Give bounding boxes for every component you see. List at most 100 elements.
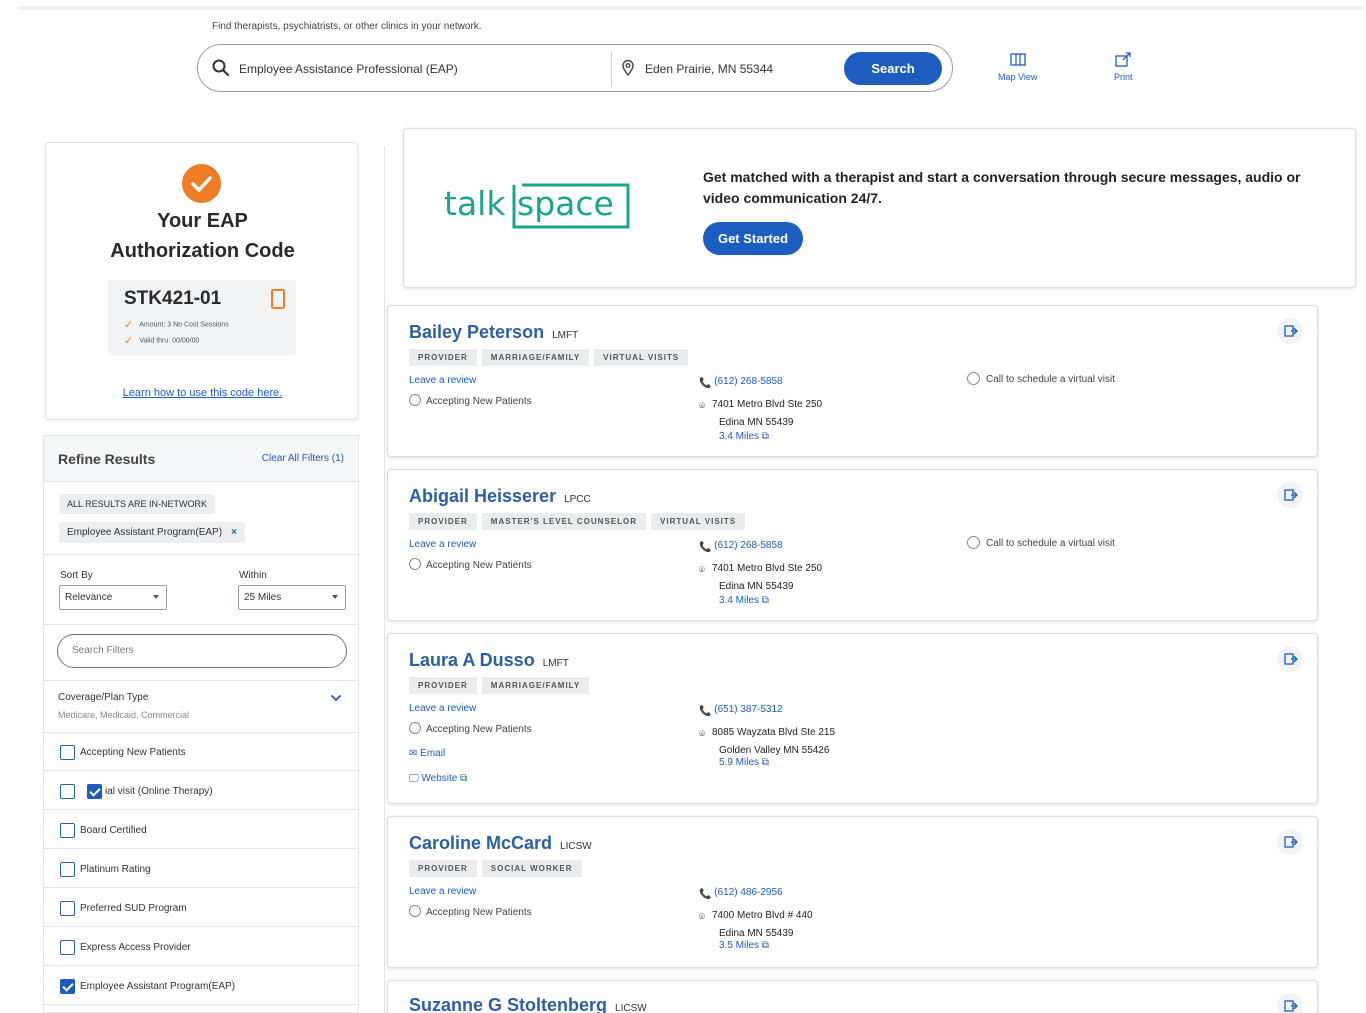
phone-link[interactable]: 📞 (612) 268-5858 <box>699 540 783 553</box>
filter-express-access[interactable]: Express Access Provider <box>44 928 358 966</box>
email-text: Email <box>420 748 446 759</box>
filter-label: Preferred SUD Program <box>80 903 187 914</box>
provider-name-row: Suzanne G Stoltenberg LICSW <box>409 995 647 1013</box>
check-circle-icon <box>409 394 421 406</box>
filter-accepting-new-patients[interactable]: Accepting New Patients <box>44 733 358 771</box>
provider-name-row: Caroline McCard LICSW <box>409 833 592 854</box>
print-button[interactable]: Print <box>1114 52 1133 82</box>
phone-icon: 📞 <box>699 378 712 389</box>
accepting-new-patients: Accepting New Patients <box>409 905 532 918</box>
accepting-text: Accepting New Patients <box>426 907 532 918</box>
website-link[interactable]: 🖵 Website ⧉ <box>409 773 467 784</box>
checkbox[interactable] <box>60 901 75 916</box>
distance-link[interactable]: 3.5 Miles ⧉ <box>719 940 769 951</box>
talkspace-banner: talk space Get matched with a therapist … <box>403 128 1356 288</box>
provider-tag: PROVIDER <box>409 513 477 530</box>
distance-text: 3.5 Miles <box>719 940 760 951</box>
print-icon <box>1115 52 1131 67</box>
address: ⌾ 7401 Metro Blvd Ste 250 Edina MN 55439 <box>699 397 822 431</box>
phone-link[interactable]: 📞 (651) 387-5312 <box>699 704 783 717</box>
share-button[interactable] <box>1277 318 1303 344</box>
clear-filters-link[interactable]: Clear All Filters (1) <box>262 453 344 464</box>
external-link-icon: ⧉ <box>761 940 769 951</box>
filter-label: Platinum Rating <box>80 864 151 875</box>
distance-link[interactable]: 3.4 Miles ⧉ <box>719 595 769 606</box>
location-pin-icon: ⌾ <box>699 729 705 740</box>
search-button[interactable]: Search <box>844 52 942 85</box>
map-icon <box>1010 53 1026 66</box>
search-hint: Find therapists, psychiatrists, or other… <box>212 21 482 32</box>
distance-link[interactable]: 5.9 Miles ⧉ <box>719 757 769 768</box>
share-icon <box>1284 653 1298 665</box>
copy-icon[interactable] <box>270 288 286 310</box>
leave-review-link[interactable]: Leave a review <box>409 886 476 897</box>
search-divider <box>611 51 612 87</box>
search-filters-input[interactable]: Search Filters <box>57 634 347 668</box>
filter-virtual-visit[interactable]: ial visit (Online Therapy) <box>44 772 358 810</box>
sort-by-label: Sort By <box>60 570 93 581</box>
filter-eap[interactable]: Employee Assistant Program(EAP) <box>44 967 358 1005</box>
talkspace-logo: talk space <box>444 183 630 229</box>
location-pin-icon: ⌾ <box>699 565 705 576</box>
location-pin-icon <box>622 59 634 77</box>
checkbox-checked[interactable] <box>87 784 102 799</box>
envelope-icon: ✉ <box>409 748 418 759</box>
checkbox[interactable] <box>60 862 75 877</box>
phone-icon: 📞 <box>699 706 712 717</box>
address-line2: Edina MN 55439 <box>719 581 794 592</box>
checkbox[interactable] <box>60 940 75 955</box>
phone-icon: 📞 <box>699 889 712 900</box>
filter-preferred-sud[interactable]: Preferred SUD Program <box>44 889 358 927</box>
share-button[interactable] <box>1277 993 1303 1013</box>
phone-link[interactable]: 📞 (612) 268-5858 <box>699 376 783 389</box>
checkbox[interactable] <box>60 745 75 760</box>
provider-name-row: Bailey Peterson LMFT <box>409 322 578 343</box>
within-select[interactable]: 25 Miles <box>238 585 346 610</box>
search-icon <box>212 59 230 77</box>
share-button[interactable] <box>1277 829 1303 855</box>
provider-name[interactable]: Bailey Peterson <box>409 322 544 342</box>
location-input[interactable]: Eden Prairie, MN 55344 <box>645 62 773 76</box>
website-text: Website <box>421 773 458 784</box>
accepting-new-patients: Accepting New Patients <box>409 722 532 735</box>
provider-tags: PROVIDER MARRIAGE/FAMILY <box>409 677 590 694</box>
checkbox[interactable] <box>60 784 75 799</box>
provider-name[interactable]: Caroline McCard <box>409 833 552 853</box>
phone-link[interactable]: 📞 (612) 486-2956 <box>699 887 783 900</box>
provider-name[interactable]: Suzanne G Stoltenberg <box>409 995 607 1013</box>
in-network-badge: ALL RESULTS ARE IN-NETWORK <box>59 494 216 514</box>
learn-code-link[interactable]: Learn how to use this code here. <box>46 387 359 399</box>
search-input[interactable]: Employee Assistance Professional (EAP) <box>239 62 458 76</box>
distance-link[interactable]: 3.4 Miles ⧉ <box>719 431 769 442</box>
phone-number: (612) 268-5858 <box>714 540 783 551</box>
remove-filter-icon[interactable]: × <box>231 527 237 538</box>
share-button[interactable] <box>1277 482 1303 508</box>
provider-credential: LPCC <box>564 494 591 505</box>
email-link[interactable]: ✉ Email <box>409 748 445 759</box>
code-detail-valid-text: Valid thru: 00/00/00 <box>139 337 200 345</box>
leave-review-link[interactable]: Leave a review <box>409 703 476 714</box>
provider-card: Laura A Dusso LMFT PROVIDER MARRIAGE/FAMI… <box>387 633 1318 804</box>
sort-by-select[interactable]: Relevance <box>59 585 167 610</box>
provider-tag: PROVIDER <box>409 677 477 694</box>
get-started-button[interactable]: Get Started <box>703 222 803 255</box>
chevron-down-icon[interactable] <box>330 694 342 702</box>
checkbox-checked[interactable] <box>60 979 75 994</box>
check-circle-icon <box>182 164 221 203</box>
banner-text: Get matched with a therapist and start a… <box>703 169 1301 206</box>
map-view-button[interactable]: Map View <box>998 52 1037 82</box>
provider-tag: MARRIAGE/FAMILY <box>481 677 590 694</box>
coverage-plan-type-title: Coverage/Plan Type <box>58 692 149 703</box>
filter-board-certified[interactable]: Board Certified <box>44 811 358 849</box>
share-button[interactable] <box>1277 646 1303 672</box>
checkbox[interactable] <box>60 823 75 838</box>
check-circle-icon <box>409 558 421 570</box>
leave-review-link[interactable]: Leave a review <box>409 375 476 386</box>
provider-name[interactable]: Laura A Dusso <box>409 650 535 670</box>
provider-name[interactable]: Abigail Heisserer <box>409 486 556 506</box>
leave-review-link[interactable]: Leave a review <box>409 539 476 550</box>
location-pin-icon: ⌾ <box>699 401 705 412</box>
coverage-plan-type-subtitle: Medicare, Medicaid, Commercial <box>58 710 190 720</box>
filter-platinum-rating[interactable]: Platinum Rating <box>44 850 358 888</box>
provider-tag: VIRTUAL VISITS <box>594 349 689 366</box>
